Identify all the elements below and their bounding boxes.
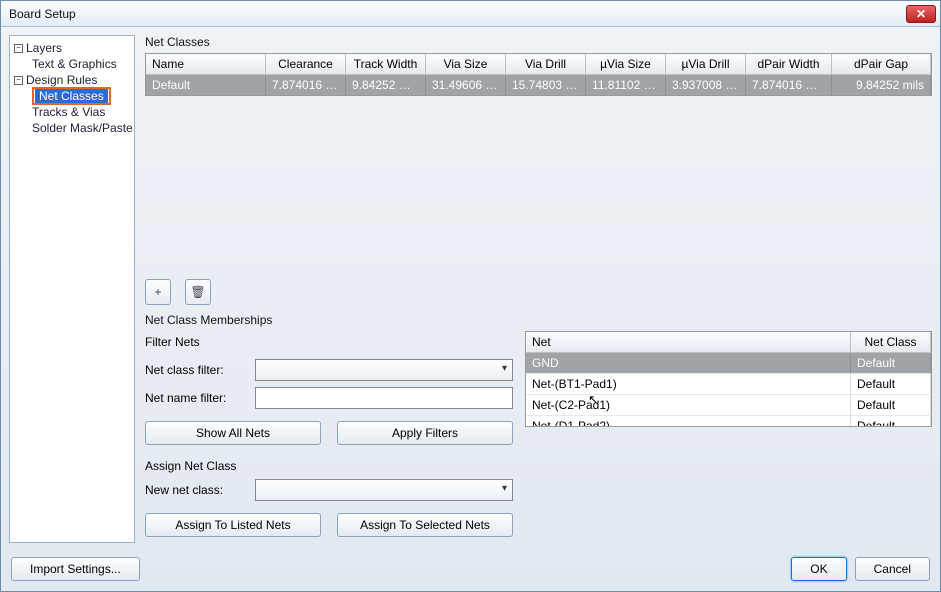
window-title: Board Setup: [9, 7, 76, 21]
footer: Import Settings... OK Cancel: [1, 551, 940, 591]
net-class-filter-combo[interactable]: [255, 359, 513, 381]
tree-item-solder-mask[interactable]: Solder Mask/Paste: [14, 120, 134, 136]
trash-icon: 🗑: [190, 285, 205, 299]
cancel-button[interactable]: Cancel: [855, 557, 930, 581]
nets-table: Net Net Class GND Default Net-(BT1-Pad1)…: [525, 331, 932, 427]
col-uvia-size[interactable]: µVia Size: [586, 54, 666, 75]
board-setup-dialog: Board Setup ✕ − Layers Text & Graphics −…: [0, 0, 941, 592]
table-row[interactable]: Net-(D1-Pad2) Default: [526, 416, 931, 427]
filter-nets-label: Filter Nets: [145, 335, 200, 349]
tree-item-text-graphics[interactable]: Text & Graphics: [14, 56, 134, 72]
new-net-class-combo[interactable]: [255, 479, 513, 501]
close-button[interactable]: ✕: [906, 5, 936, 23]
net-name-filter-label: Net name filter:: [145, 391, 255, 405]
memberships-label: Net Class Memberships: [145, 313, 932, 327]
assign-net-class-label: Assign Net Class: [145, 459, 513, 473]
import-settings-button[interactable]: Import Settings...: [11, 557, 140, 581]
tree-item-design-rules[interactable]: − Design Rules: [14, 72, 134, 88]
table-row[interactable]: Net-(C2-Pad1) Default: [526, 395, 931, 416]
net-classes-label: Net Classes: [145, 35, 932, 49]
tree-item-net-classes[interactable]: Net Classes: [14, 88, 134, 104]
net-name-filter-input[interactable]: [255, 387, 513, 409]
col-clearance[interactable]: Clearance: [266, 54, 346, 75]
table-row[interactable]: Default 7.874016 mils 9.84252 mils 31.49…: [146, 75, 931, 95]
tree-item-tracks-vias[interactable]: Tracks & Vias: [14, 104, 134, 120]
show-all-nets-button[interactable]: Show All Nets: [145, 421, 321, 445]
apply-filters-button[interactable]: Apply Filters: [337, 421, 513, 445]
plus-icon: +: [154, 285, 161, 299]
assign-selected-button[interactable]: Assign To Selected Nets: [337, 513, 513, 537]
table-row[interactable]: Net-(BT1-Pad1) Default: [526, 374, 931, 395]
tree-toggle-icon[interactable]: −: [14, 44, 23, 53]
tree-item-layers[interactable]: − Layers: [14, 40, 134, 56]
col-name[interactable]: Name: [146, 54, 266, 75]
col-net-class[interactable]: Net Class: [851, 332, 931, 353]
add-class-button[interactable]: +: [145, 279, 171, 305]
col-dpair-gap[interactable]: dPair Gap: [832, 54, 931, 75]
col-dpair-width[interactable]: dPair Width: [746, 54, 832, 75]
close-icon: ✕: [916, 7, 926, 21]
tree-toggle-icon[interactable]: −: [14, 76, 23, 85]
net-class-filter-label: Net class filter:: [145, 363, 255, 377]
col-via-drill[interactable]: Via Drill: [506, 54, 586, 75]
ok-button[interactable]: OK: [791, 557, 846, 581]
col-via-size[interactable]: Via Size: [426, 54, 506, 75]
new-net-class-label: New net class:: [145, 483, 255, 497]
delete-class-button[interactable]: 🗑: [185, 279, 211, 305]
tree-panel: − Layers Text & Graphics − Design Rules …: [9, 35, 135, 543]
col-uvia-drill[interactable]: µVia Drill: [666, 54, 746, 75]
col-track-width[interactable]: Track Width: [346, 54, 426, 75]
assign-listed-button[interactable]: Assign To Listed Nets: [145, 513, 321, 537]
titlebar: Board Setup ✕: [1, 1, 940, 27]
table-row[interactable]: GND Default: [526, 353, 931, 374]
col-net[interactable]: Net: [526, 332, 851, 353]
net-classes-table: Name Clearance Track Width Via Size Via …: [145, 53, 932, 96]
